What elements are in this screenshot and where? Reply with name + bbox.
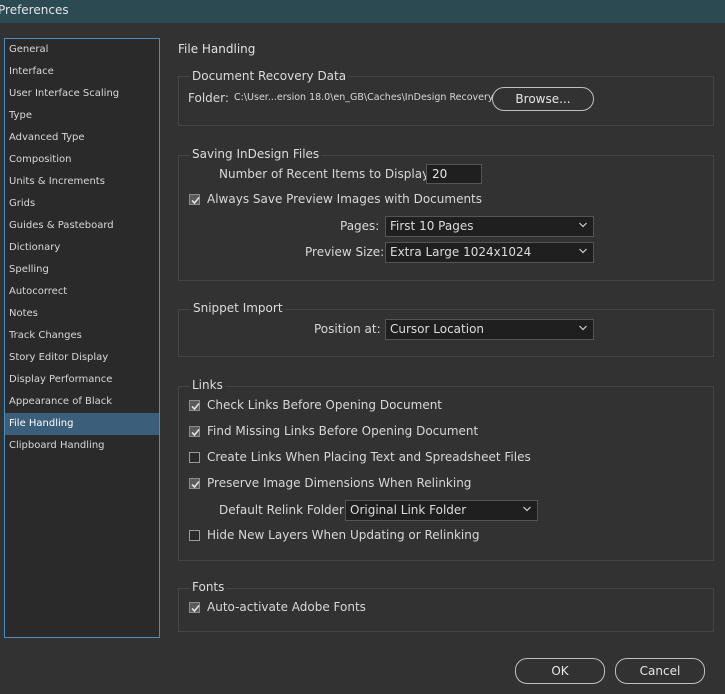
- sidebar-item-general[interactable]: General: [5, 39, 159, 61]
- preferences-sidebar: General Interface User Interface Scaling…: [4, 38, 160, 638]
- cancel-button[interactable]: Cancel: [615, 658, 705, 684]
- position-at-dropdown[interactable]: Cursor Location: [385, 319, 594, 340]
- position-at-dropdown-value: Cursor Location: [390, 322, 485, 336]
- pages-dropdown-value: First 10 Pages: [390, 219, 474, 233]
- links-legend: Links: [190, 378, 225, 392]
- document-recovery-legend: Document Recovery Data: [190, 69, 349, 83]
- always-save-preview-label: Always Save Preview Images with Document…: [207, 192, 483, 206]
- sidebar-item-units-increments[interactable]: Units & Increments: [5, 171, 159, 193]
- sidebar-item-display-performance[interactable]: Display Performance: [5, 369, 159, 391]
- hide-new-layers-label: Hide New Layers When Updating or Relinki…: [207, 528, 480, 542]
- find-missing-links-label: Find Missing Links Before Opening Docume…: [207, 424, 479, 438]
- saving-indesign-files-legend: Saving InDesign Files: [190, 147, 322, 161]
- sidebar-item-guides-pasteboard[interactable]: Guides & Pasteboard: [5, 215, 159, 237]
- chevron-down-icon: [579, 222, 587, 228]
- checkmark-icon: [191, 402, 200, 411]
- snippet-import-legend: Snippet Import: [191, 301, 285, 315]
- recent-items-label: Number of Recent Items to Display:: [219, 167, 433, 181]
- create-links-checkbox[interactable]: [189, 452, 200, 463]
- chevron-down-icon: [579, 248, 587, 254]
- fonts-legend: Fonts: [190, 580, 227, 594]
- sidebar-item-type[interactable]: Type: [5, 105, 159, 127]
- sidebar-item-file-handling[interactable]: File Handling: [5, 413, 159, 435]
- default-relink-folder-value: Original Link Folder: [350, 503, 467, 517]
- create-links-label: Create Links When Placing Text and Sprea…: [207, 450, 531, 464]
- hide-new-layers-checkbox[interactable]: [189, 530, 200, 541]
- folder-path: C:\User...ersion 18.0\en_GB\Caches\InDes…: [234, 92, 494, 103]
- checkmark-icon: [191, 604, 200, 613]
- recent-items-input[interactable]: 20: [426, 164, 482, 184]
- window-title: Preferences: [0, 3, 69, 17]
- checkmark-icon: [191, 480, 200, 489]
- chevron-down-icon: [579, 325, 587, 331]
- always-save-preview-checkbox[interactable]: [189, 194, 200, 205]
- sidebar-item-advanced-type[interactable]: Advanced Type: [5, 127, 159, 149]
- sidebar-item-grids[interactable]: Grids: [5, 193, 159, 215]
- sidebar-item-notes[interactable]: Notes: [5, 303, 159, 325]
- default-relink-folder-label: Default Relink Folder:: [219, 503, 348, 517]
- browse-button[interactable]: Browse...: [492, 87, 594, 111]
- sidebar-item-user-interface-scaling[interactable]: User Interface Scaling: [5, 83, 159, 105]
- auto-activate-fonts-checkbox[interactable]: [189, 602, 200, 613]
- check-links-checkbox[interactable]: [189, 400, 200, 411]
- preview-size-dropdown[interactable]: Extra Large 1024x1024: [385, 242, 594, 263]
- sidebar-item-track-changes[interactable]: Track Changes: [5, 325, 159, 347]
- sidebar-item-clipboard-handling[interactable]: Clipboard Handling: [5, 435, 159, 457]
- sidebar-item-story-editor-display[interactable]: Story Editor Display: [5, 347, 159, 369]
- checkmark-icon: [191, 196, 200, 205]
- pages-dropdown[interactable]: First 10 Pages: [385, 216, 594, 237]
- check-links-label: Check Links Before Opening Document: [207, 398, 443, 412]
- checkmark-icon: [191, 428, 200, 437]
- preview-size-label: Preview Size:: [305, 245, 385, 259]
- chevron-down-icon: [523, 506, 531, 512]
- sidebar-item-autocorrect[interactable]: Autocorrect: [5, 281, 159, 303]
- sidebar-item-appearance-of-black[interactable]: Appearance of Black: [5, 391, 159, 413]
- ok-button[interactable]: OK: [515, 658, 605, 684]
- page-title: File Handling: [178, 42, 256, 56]
- default-relink-folder-dropdown[interactable]: Original Link Folder: [345, 500, 538, 521]
- auto-activate-fonts-label: Auto-activate Adobe Fonts: [207, 600, 366, 614]
- find-missing-links-checkbox[interactable]: [189, 426, 200, 437]
- preview-size-dropdown-value: Extra Large 1024x1024: [390, 245, 532, 259]
- preserve-dimensions-label: Preserve Image Dimensions When Relinking: [207, 476, 472, 490]
- title-bar: Preferences: [0, 0, 725, 23]
- sidebar-item-spelling[interactable]: Spelling: [5, 259, 159, 281]
- position-at-label: Position at:: [314, 322, 381, 336]
- sidebar-item-composition[interactable]: Composition: [5, 149, 159, 171]
- preserve-dimensions-checkbox[interactable]: [189, 478, 200, 489]
- folder-label: Folder:: [188, 91, 229, 105]
- sidebar-item-dictionary[interactable]: Dictionary: [5, 237, 159, 259]
- pages-label: Pages:: [340, 219, 380, 233]
- sidebar-item-interface[interactable]: Interface: [5, 61, 159, 83]
